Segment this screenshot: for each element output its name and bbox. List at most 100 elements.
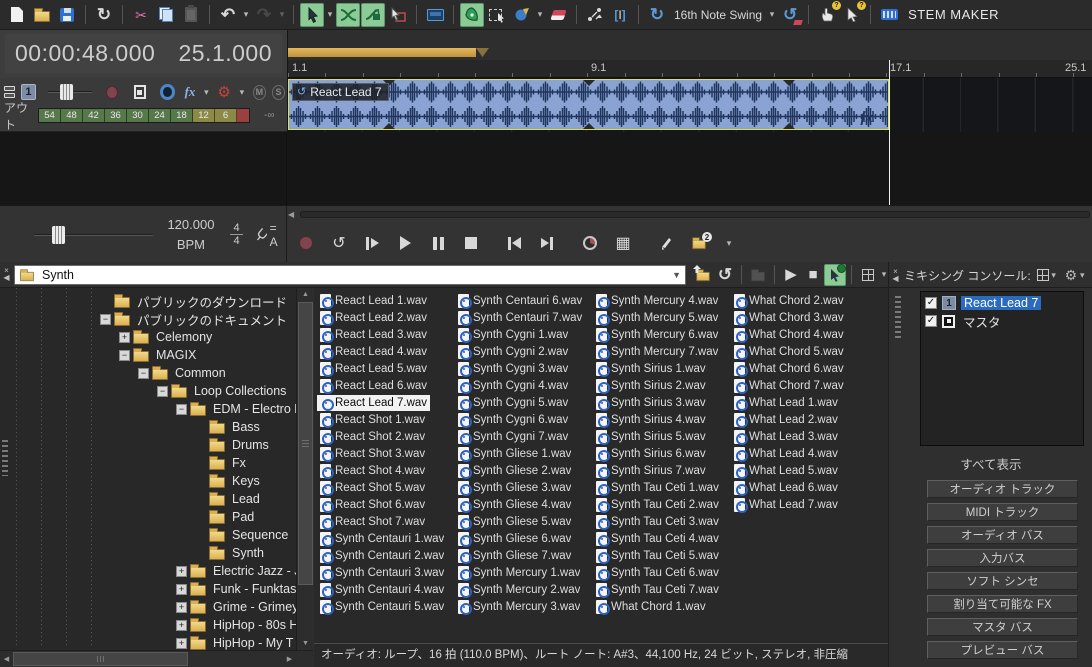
file-item[interactable]: Synth Gliese 5.wav [455, 513, 591, 530]
browser-refresh-button[interactable]: ↺ [714, 264, 736, 286]
file-item[interactable]: Synth Centauri 2.wav [317, 547, 453, 564]
draw-tool-button[interactable] [460, 3, 484, 27]
file-item[interactable]: Synth Mercury 4.wav [593, 292, 729, 309]
track-layers-icon[interactable] [4, 86, 15, 99]
swing-preset-label[interactable]: 16th Note Swing [674, 8, 762, 22]
console-filter-button[interactable]: ソフト シンセ [927, 572, 1078, 590]
file-item[interactable]: Synth Sirius 2.wav [593, 377, 729, 394]
scroll-up-icon[interactable]: ▲ [297, 288, 313, 301]
tree-vscroll-thumb[interactable] [298, 302, 313, 585]
track-speaker-button[interactable] [160, 84, 175, 100]
search-input[interactable] [40, 267, 667, 283]
file-item[interactable]: What Lead 1.wav [731, 394, 867, 411]
preview-play-button[interactable]: ▶ [780, 264, 802, 286]
file-item[interactable]: Synth Tau Ceti 3.wav [593, 513, 729, 530]
file-item[interactable]: Synth Centauri 3.wav [317, 564, 453, 581]
track-fx-dropdown[interactable]: ▾ [201, 87, 211, 98]
file-item[interactable]: React Lead 7.wav [317, 394, 453, 411]
new-project-button[interactable] [5, 3, 29, 27]
scroll-down-icon[interactable]: ▼ [297, 637, 313, 650]
scroll-left-icon[interactable]: ◀ [0, 651, 13, 667]
redo-button[interactable]: ↷ [252, 3, 276, 27]
file-item[interactable]: React Shot 6.wav [317, 496, 453, 513]
file-item[interactable]: Synth Tau Ceti 7.wav [593, 581, 729, 598]
file-item[interactable]: What Lead 4.wav [731, 445, 867, 462]
track-lane[interactable]: ↺ React Lead 7 fx [288, 78, 1092, 132]
track-record-button[interactable] [106, 86, 117, 99]
slider-thumb[interactable] [60, 84, 73, 100]
file-item[interactable]: Synth Cygni 1.wav [455, 326, 591, 343]
tree-vertical-scrollbar[interactable]: ▲ ▼ [296, 288, 313, 650]
tree-expander-plus[interactable]: + [176, 584, 187, 595]
file-item[interactable]: React Shot 1.wav [317, 411, 453, 428]
clip-fx-glyph[interactable]: fx [861, 110, 874, 127]
file-item[interactable]: React Shot 2.wav [317, 428, 453, 445]
tree-hscroll-thumb[interactable] [13, 652, 188, 666]
file-item[interactable]: What Chord 1.wav [593, 598, 729, 615]
scroll-track[interactable] [300, 211, 1090, 218]
file-item[interactable]: React Lead 6.wav [317, 377, 453, 394]
console-grid-icon[interactable] [1037, 269, 1049, 281]
console-filter-button[interactable]: 割り当て可能な FX [927, 595, 1078, 613]
scroll-left-icon[interactable]: ◀ [288, 210, 300, 219]
track-automation-gear-icon[interactable]: ⚙ [217, 85, 230, 100]
file-item[interactable]: Synth Cygni 5.wav [455, 394, 591, 411]
file-item[interactable]: Synth Mercury 1.wav [455, 564, 591, 581]
file-item[interactable]: Synth Tau Ceti 5.wav [593, 547, 729, 564]
tree-expander-minus[interactable]: − [138, 368, 149, 379]
file-item[interactable]: React Shot 3.wav [317, 445, 453, 462]
console-grid-dropdown[interactable]: ▾ [1049, 270, 1059, 281]
file-item[interactable]: Synth Mercury 6.wav [593, 326, 729, 343]
file-item[interactable]: Synth Tau Ceti 4.wav [593, 530, 729, 547]
tree-item[interactable]: パブリックのダウンロード [0, 292, 296, 310]
file-item[interactable]: Synth Mercury 2.wav [455, 581, 591, 598]
track-visible-checkbox[interactable]: ✓ [925, 297, 937, 309]
take-folder-button[interactable]: 2 [691, 233, 707, 253]
file-item[interactable]: Synth Sirius 4.wav [593, 411, 729, 428]
playhead[interactable] [889, 60, 890, 205]
tree-item[interactable]: −パブリックのドキュメント [0, 310, 296, 328]
console-filter-button[interactable]: マスタ バス [927, 618, 1078, 636]
tree-expander-plus[interactable]: + [176, 638, 187, 649]
redo-dropdown[interactable]: ▾ [277, 9, 287, 20]
file-item[interactable]: Synth Gliese 7.wav [455, 547, 591, 564]
console-filter-button[interactable]: 入力バス [927, 549, 1078, 567]
open-project-button[interactable] [30, 3, 54, 27]
track-volume-slider[interactable] [48, 84, 92, 100]
play-button[interactable] [397, 233, 413, 253]
file-item[interactable]: Synth Sirius 7.wav [593, 462, 729, 479]
file-item[interactable]: React Shot 5.wav [317, 479, 453, 496]
tree-item[interactable]: Pad [0, 508, 296, 526]
track-monitor-button[interactable] [134, 85, 147, 99]
swing-reset-button[interactable]: ↺ [778, 3, 802, 27]
tree-item[interactable]: Drums [0, 436, 296, 454]
paste-button[interactable] [179, 3, 203, 27]
whats-this-button[interactable]: ? [840, 3, 864, 27]
file-item[interactable]: Synth Centauri 7.wav [455, 309, 591, 326]
playback-timer-button[interactable] [582, 233, 598, 253]
file-item[interactable]: What Lead 2.wav [731, 411, 867, 428]
search-combobox[interactable]: ▼ [14, 265, 686, 285]
file-item[interactable]: Synth Centauri 4.wav [317, 581, 453, 598]
file-item[interactable]: Synth Gliese 6.wav [455, 530, 591, 547]
edit-pen-button[interactable] [658, 233, 674, 253]
tree-item[interactable]: −Loop Collections [0, 382, 296, 400]
pause-button[interactable] [430, 233, 446, 253]
track-fx-button[interactable]: fx [185, 84, 196, 100]
tree-expander-minus[interactable]: − [100, 314, 111, 325]
file-item[interactable]: React Lead 5.wav [317, 360, 453, 377]
browser-collapse-icon[interactable]: ◀ [1, 275, 12, 281]
paint-tool-dropdown[interactable]: ▾ [535, 9, 545, 20]
file-item[interactable]: Synth Sirius 6.wav [593, 445, 729, 462]
text-edit-tool-button[interactable]: [I] [608, 3, 632, 27]
track-automation-dropdown[interactable]: ▾ [237, 87, 247, 98]
tempo-slider-thumb[interactable] [52, 226, 65, 244]
tree-item[interactable]: +Celemony [0, 328, 296, 346]
swing-icon-button[interactable]: ↻ [645, 3, 669, 27]
console-filter-button[interactable]: オーディオ トラック [927, 480, 1078, 498]
console-gear-dropdown[interactable]: ▾ [1077, 270, 1087, 281]
tree-item[interactable]: Keys [0, 472, 296, 490]
timeline-scrollbar[interactable]: ◀ [288, 208, 1090, 221]
undo-dropdown[interactable]: ▾ [241, 9, 251, 20]
file-item[interactable]: What Chord 2.wav [731, 292, 867, 309]
